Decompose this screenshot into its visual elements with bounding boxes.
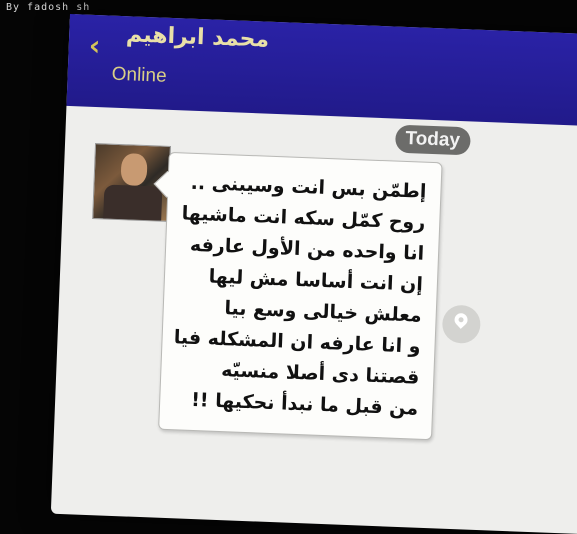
contact-name[interactable]: محمد ابراهيم xyxy=(126,22,270,52)
location-pin-icon[interactable] xyxy=(441,304,482,344)
chat-header: ‹ محمد ابراهيم Online xyxy=(66,14,577,127)
message-bubble[interactable]: إطمّن بس انت وسيبنى .. روح كمّل سكه انت … xyxy=(158,151,443,441)
contact-status: Online xyxy=(111,63,168,87)
chat-screen: ‹ محمد ابراهيم Online Today إطمّن بس انت… xyxy=(50,14,577,534)
message-text: إطمّن بس انت وسيبنى .. روح كمّل سكه انت … xyxy=(171,167,427,424)
chevron-left-icon[interactable]: ‹ xyxy=(88,29,101,62)
avatar-shirt xyxy=(103,184,163,221)
avatar-face xyxy=(120,153,148,187)
date-separator: Today xyxy=(394,124,471,156)
watermark-credit: By fadosh sh xyxy=(6,2,91,13)
